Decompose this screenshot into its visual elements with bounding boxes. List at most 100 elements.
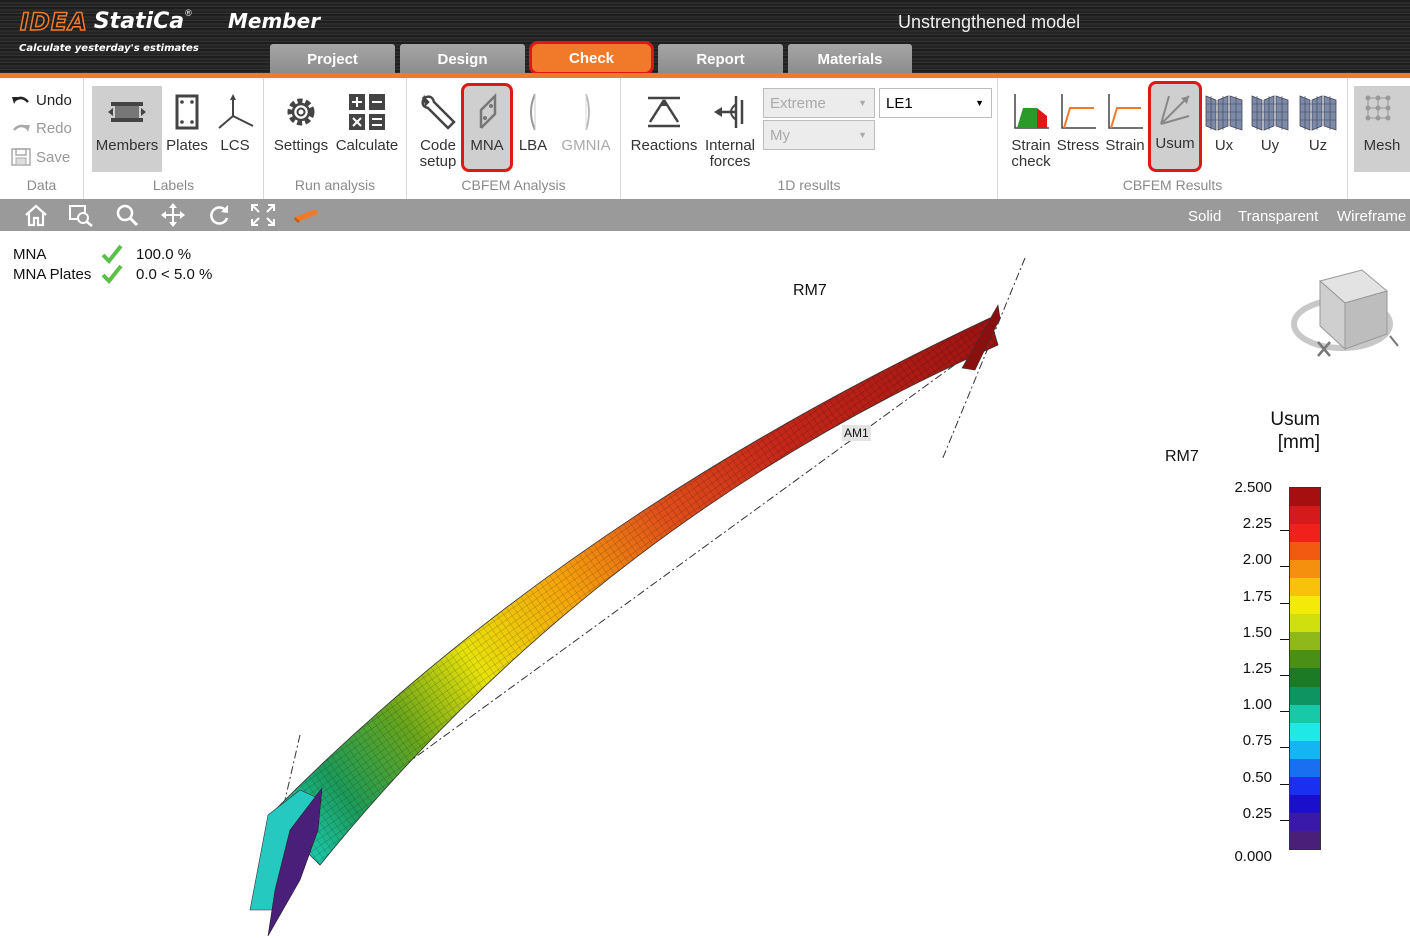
chevron-down-icon: ▼ — [975, 98, 984, 108]
navigation-cube-icon[interactable] — [1290, 266, 1405, 361]
calculator-icon — [349, 94, 385, 130]
stress-button[interactable]: Stress — [1056, 86, 1100, 172]
group-label-labels: Labels — [152, 177, 195, 193]
chevron-down-icon: ▼ — [858, 98, 867, 108]
legend-tick-mark — [1280, 675, 1289, 676]
mesh-icon — [1365, 95, 1391, 121]
ribbon-group-run-analysis: Settings Calculate Run analysis — [264, 78, 407, 199]
gmnia-button[interactable]: GMNIA — [557, 86, 615, 172]
group-label-data: Data — [26, 177, 57, 193]
zoom-window-icon[interactable] — [68, 203, 94, 227]
plates-button[interactable]: Plates — [164, 86, 210, 172]
lcs-button[interactable]: LCS — [212, 86, 258, 172]
legend-color-swatch — [1290, 794, 1320, 813]
legend-color-swatch — [1290, 614, 1320, 633]
chevron-down-icon: ▼ — [858, 130, 867, 140]
3d-viewport[interactable]: MNA 100.0 % MNA Plates 0.0 < 5.0 % RM7 A… — [0, 231, 1410, 938]
fe-mesh — [270, 318, 998, 865]
members-button[interactable]: Members — [92, 86, 162, 172]
rotate-icon[interactable] — [206, 203, 232, 227]
gmnia-icon — [585, 93, 590, 131]
legend-color-swatch — [1290, 776, 1320, 795]
internal-forces-icon — [714, 96, 744, 128]
save-button[interactable]: Save — [11, 148, 70, 166]
reactions-button[interactable]: Reactions — [629, 86, 699, 172]
tab-check[interactable]: Check — [529, 41, 654, 75]
view-toolbar: Solid Transparent Wireframe — [0, 199, 1410, 231]
axis-line — [339, 349, 976, 813]
legend-title: Usum — [1270, 409, 1320, 430]
save-icon — [11, 148, 31, 166]
legend-tick-label: 0.000 — [1234, 848, 1272, 865]
undo-icon — [12, 96, 29, 104]
legend-tick-label: 2.25 — [1242, 515, 1272, 533]
legend-color-swatch — [1290, 542, 1320, 561]
model-title: Unstrengthened model — [898, 12, 1081, 32]
idea-statica-logo: IDEA StatiCa ® — [19, 7, 192, 37]
legend-tick-mark — [1280, 602, 1289, 604]
ribbon: Undo Redo Save Data Members Plates LCS L… — [0, 78, 1410, 199]
ribbon-group-mesh: Mesh — [1348, 78, 1410, 199]
view-mode-wireframe[interactable]: Wireframe — [1337, 208, 1406, 225]
legend-unit: [mm] — [1277, 432, 1320, 453]
load-effect-select[interactable]: LE1 ▼ — [879, 88, 992, 118]
fit-screen-icon[interactable] — [250, 203, 276, 227]
legend-tick-mark — [1280, 819, 1289, 821]
settings-button[interactable]: Settings — [272, 86, 330, 172]
legend-tick-label: 1.25 — [1242, 660, 1272, 677]
legend-color-swatch — [1290, 722, 1320, 741]
legend-tick-mark — [1280, 783, 1289, 785]
member-icon[interactable] — [294, 203, 320, 227]
analysis-model-label: AM1 — [842, 425, 871, 441]
redo-button[interactable]: Redo — [11, 120, 72, 137]
component-select[interactable]: My ▼ — [763, 120, 875, 150]
legend-color-swatch — [1290, 578, 1320, 597]
uy-button[interactable]: Uy — [1248, 86, 1292, 172]
legend-color-swatch — [1290, 830, 1320, 849]
uz-mesh-icon — [1299, 95, 1337, 131]
calculate-button[interactable]: Calculate — [334, 86, 400, 172]
ribbon-group-data: Undo Redo Save Data — [0, 78, 84, 199]
lcs-axes-icon — [218, 94, 254, 129]
legend-color-swatch — [1290, 488, 1320, 507]
code-setup-button[interactable]: Code setup — [413, 86, 463, 172]
app-header: IDEA StatiCa ® Member Calculate yesterda… — [0, 0, 1410, 75]
tab-design[interactable]: Design — [400, 44, 525, 74]
member-model — [249, 257, 1026, 937]
ux-button[interactable]: Ux — [1202, 86, 1246, 172]
mna-icon — [479, 92, 497, 129]
home-icon[interactable] — [23, 203, 49, 227]
strain-button[interactable]: Strain — [1102, 86, 1148, 172]
uz-button[interactable]: Uz — [1296, 86, 1340, 172]
legend-tick-mark — [1280, 566, 1289, 568]
strain-icon — [1108, 94, 1143, 129]
tab-report[interactable]: Report — [658, 44, 783, 74]
usum-button[interactable]: Usum — [1148, 81, 1202, 172]
tab-materials[interactable]: Materials — [788, 44, 912, 74]
legend-tick-label: 2.500 — [1234, 479, 1272, 496]
strain-check-button[interactable]: Strain check — [1006, 86, 1056, 172]
redo-icon — [13, 124, 30, 132]
extreme-select[interactable]: Extreme ▼ — [763, 88, 875, 118]
mesh-button[interactable]: Mesh — [1354, 86, 1410, 172]
legend-tick-mark — [1280, 747, 1289, 749]
member-label: RM7 — [793, 282, 827, 299]
stress-icon — [1061, 94, 1096, 129]
legend-color-swatch — [1290, 632, 1320, 651]
pan-icon[interactable] — [160, 203, 186, 227]
legend-tick-label: 1.50 — [1242, 623, 1272, 641]
lba-button[interactable]: LBA — [513, 86, 553, 172]
view-mode-solid[interactable]: Solid — [1188, 208, 1221, 225]
tab-project[interactable]: Project — [270, 44, 395, 74]
internal-forces-button[interactable]: Internal forces — [701, 86, 759, 172]
mna-button[interactable]: MNA — [461, 83, 513, 172]
legend-color-swatch — [1290, 524, 1320, 543]
legend-tick-mark — [1280, 711, 1289, 713]
legend-color-bar — [1289, 487, 1321, 850]
legend-tick-label: 1.00 — [1242, 696, 1272, 714]
undo-button[interactable]: Undo — [11, 92, 72, 109]
group-label-run-analysis: Run analysis — [294, 177, 376, 193]
zoom-icon[interactable] — [114, 203, 140, 227]
strain-check-icon — [1014, 94, 1049, 129]
view-mode-transparent[interactable]: Transparent — [1238, 208, 1318, 225]
